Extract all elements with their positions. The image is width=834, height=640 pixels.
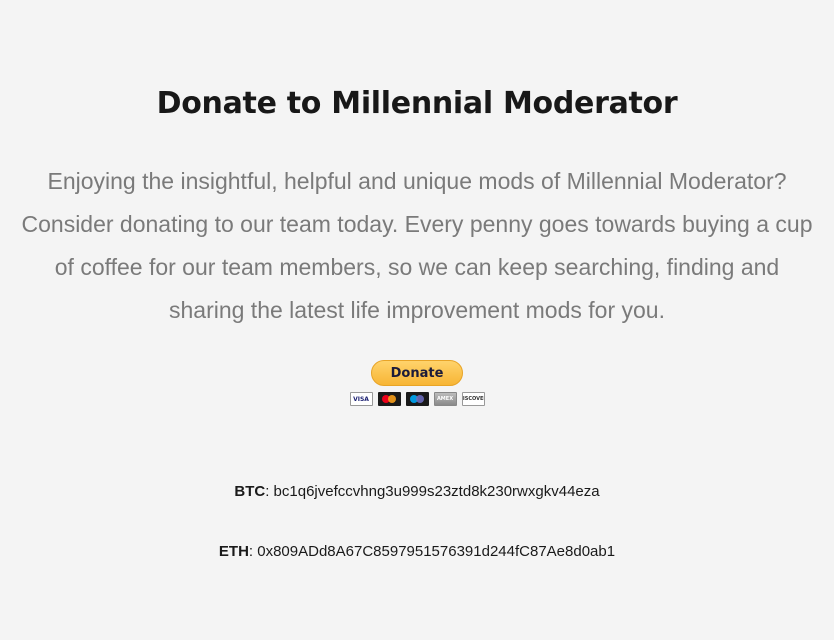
mastercard-card-icon — [377, 392, 401, 406]
eth-address: 0x809ADd8A67C8597951576391d244fC87Ae8d0a… — [257, 543, 616, 560]
donate-page: Donate to Millennial Moderator Enjoying … — [0, 0, 834, 640]
donate-button[interactable]: Donate — [371, 360, 463, 386]
btc-label: BTC — [234, 483, 266, 500]
eth-address-line: ETH: 0x809ADd8A67C8597951576391d244fC87A… — [218, 543, 616, 560]
maestro-card-icon — [405, 392, 429, 406]
intro-paragraph: Enjoying the insightful, helpful and uni… — [21, 168, 813, 323]
card-logos: VISA AMEX DISCOVER — [349, 392, 485, 406]
discover-card-icon: DISCOVER — [461, 392, 485, 406]
btc-address: bc1q6jvefccvhng3u999s23ztd8k230rwxgkv44e… — [273, 483, 600, 500]
amex-card-icon: AMEX — [433, 392, 457, 406]
eth-label: ETH — [218, 543, 249, 560]
paypal-donate: Donate VISA AMEX DISCOVER — [0, 360, 834, 406]
visa-card-icon: VISA — [349, 392, 373, 406]
btc-address-line: BTC: bc1q6jvefccvhng3u999s23ztd8k230rwxg… — [234, 483, 600, 500]
page-title: Donate to Millennial Moderator — [156, 86, 678, 121]
